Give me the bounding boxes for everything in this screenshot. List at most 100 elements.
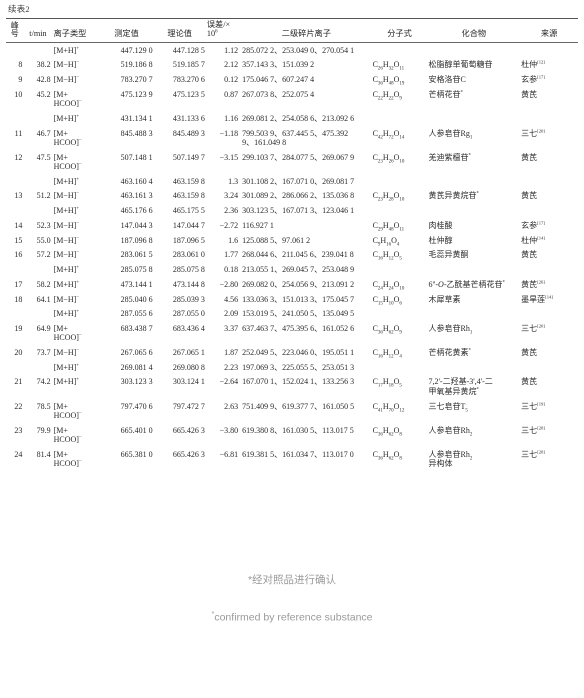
cell-measured-value: 447.129 0 bbox=[120, 45, 153, 55]
cell-ion-type: [M+ HCOO]− bbox=[53, 425, 82, 445]
column-header-peak-no: 峰 号 bbox=[6, 19, 24, 43]
table-row: 23 79.9 [M+ HCOO]− 665.401 0 665.426 3 −3.80 61… bbox=[6, 423, 578, 447]
cell-fragment-ions: 116.927 1 bbox=[242, 220, 274, 230]
column-header-compound: 化合物 bbox=[461, 28, 487, 38]
cell-molecular-formula: C22H22O9 bbox=[372, 90, 402, 102]
column-header-source: 来源 bbox=[540, 28, 558, 38]
cell-retention-time bbox=[24, 263, 52, 278]
cell-molecular-formula bbox=[372, 111, 428, 126]
cell-ion-type: [M+H]+ bbox=[53, 176, 80, 186]
table-row: 10 45.2 [M+ HCOO]− 475.123 9 475.123 5 0.87 267… bbox=[6, 87, 578, 111]
cell-ion-type: [M+ HCOO]− bbox=[53, 152, 82, 172]
cell-source: 黄芪 bbox=[521, 90, 538, 99]
cell-error: −2.72 bbox=[219, 220, 239, 230]
cell-source: 三七[20] bbox=[521, 128, 545, 138]
cell-ion-type: [M+H]+ bbox=[53, 45, 80, 55]
cell-retention-time: 47.5 bbox=[36, 152, 51, 162]
cell-peak-no: 13 bbox=[14, 191, 23, 201]
cell-ion-type: [M+H]+ bbox=[53, 362, 80, 372]
cell-error: 3.37 bbox=[224, 324, 239, 333]
cell-retention-time: 78.5 bbox=[36, 401, 51, 411]
table-row: 11 46.7 [M+ HCOO]− 845.488 3 845.489 3 −1.18 79… bbox=[6, 126, 578, 150]
cell-molecular-formula: C36H62O9 bbox=[372, 324, 402, 336]
cell-source bbox=[520, 204, 578, 219]
cell-molecular-formula bbox=[372, 204, 428, 219]
cell-theoretical-value: 303.124 1 bbox=[172, 377, 205, 387]
cell-measured-value: 463.160 4 bbox=[120, 176, 153, 186]
cell-error: 1.77 bbox=[224, 250, 239, 260]
table-row: [M+H]+ 269.081 4 269.080 8 2.23 197.069 3、22… bbox=[6, 360, 578, 375]
cell-measured-value: 431.134 1 bbox=[120, 114, 153, 124]
cell-theoretical-value: 187.096 5 bbox=[172, 235, 205, 245]
cell-retention-time: 81.4 bbox=[36, 449, 51, 459]
cell-ion-type: [M−H]− bbox=[53, 235, 80, 245]
cell-fragment-ions: 357.143 3、151.039 2 bbox=[242, 60, 315, 70]
table-row: [M+H]+ 447.129 0 447.128 5 1.12 285.072 2、25… bbox=[6, 43, 578, 58]
cell-molecular-formula: C9H16O4 bbox=[372, 235, 400, 248]
table-row: 19 64.9 [M+ HCOO]− 683.438 7 683.436 4 3.37 637… bbox=[6, 321, 578, 345]
compound-identification-table: 峰 号 t/min 离子类型 测定值 理论值 误差/× 106 二级碎片离子 分… bbox=[6, 18, 578, 471]
column-header-fragments: 二级碎片离子 bbox=[281, 28, 331, 38]
cell-source: 黄芪 bbox=[521, 250, 538, 260]
cell-retention-time bbox=[24, 204, 52, 219]
cell-theoretical-value: 285.075 8 bbox=[172, 265, 205, 275]
cell-fragment-ions: 619.381 5、161.034 7、113.017 0 bbox=[242, 449, 354, 459]
cell-retention-time: 42.8 bbox=[36, 75, 51, 85]
table-header: 峰 号 t/min 离子类型 测定值 理论值 误差/× 106 二级碎片离子 分… bbox=[6, 18, 578, 43]
cell-molecular-formula: C36H62O8 bbox=[372, 425, 402, 438]
table-body: [M+H]+ 447.129 0 447.128 5 1.12 285.072 2、25… bbox=[6, 43, 578, 472]
cell-molecular-formula: C16H12O4 bbox=[372, 348, 402, 360]
cell-source bbox=[520, 263, 578, 278]
cell-molecular-formula: C36H48O19 bbox=[372, 75, 405, 87]
cell-peak-no: 23 bbox=[14, 425, 23, 435]
cell-peak-no bbox=[6, 43, 24, 58]
cell-retention-time bbox=[24, 307, 52, 322]
cell-error: 1.87 bbox=[224, 348, 239, 358]
cell-ion-type: [M+H]+ bbox=[53, 279, 80, 289]
cell-fragment-ions: 301.108 2、167.071 0、269.081 7 bbox=[242, 176, 355, 186]
cell-peak-no: 21 bbox=[14, 377, 23, 387]
cell-peak-no bbox=[6, 111, 24, 126]
cell-theoretical-value: 665.426 3 bbox=[172, 449, 205, 459]
cell-compound-name: 肉桂酸 bbox=[428, 220, 453, 230]
table-row: 14 52.3 [M−H]− 147.044 3 147.044 7 −2.72 116.9… bbox=[6, 218, 578, 233]
cell-peak-no: 20 bbox=[14, 348, 23, 358]
cell-error: 1.6 bbox=[228, 235, 239, 245]
cell-compound-name: 芒柄花黄素* bbox=[428, 348, 471, 358]
cell-retention-time: 57.2 bbox=[36, 250, 51, 260]
cell-retention-time: 52.3 bbox=[36, 220, 51, 230]
table-row: 15 55.0 [M−H]− 187.096 8 187.096 5 1.6 125.088… bbox=[6, 233, 578, 248]
cell-retention-time: 45.2 bbox=[36, 90, 51, 99]
header-row: 峰 号 t/min 离子类型 测定值 理论值 误差/× 106 二级碎片离子 分… bbox=[6, 18, 578, 43]
cell-theoretical-value: 285.039 3 bbox=[172, 294, 205, 304]
cell-molecular-formula: C29H48O11 bbox=[372, 220, 405, 233]
cell-ion-type: [M−H]− bbox=[53, 348, 80, 358]
cell-error: 2.12 bbox=[224, 60, 239, 70]
cell-theoretical-value: 475.123 5 bbox=[172, 90, 205, 99]
cell-measured-value: 303.123 3 bbox=[120, 377, 153, 387]
cell-molecular-formula: C36H62O8 bbox=[372, 449, 402, 462]
cell-source: 黄芪 bbox=[521, 152, 538, 162]
table-row: [M+H]+ 431.134 1 431.133 6 1.16 269.081 2、25… bbox=[6, 111, 578, 126]
cell-fragment-ions: 133.036 3、151.013 3、175.045 7 bbox=[242, 294, 355, 304]
cell-measured-value: 465.176 6 bbox=[120, 206, 153, 216]
cell-compound-name: 7,2'-二羟基-3',4'-二 甲氧基异黄烷* bbox=[428, 377, 493, 396]
cell-peak-no: 18 bbox=[14, 294, 23, 304]
table-row: 9 42.8 [M−H]− 783.270 7 783.270 6 0.12 175.046… bbox=[6, 73, 578, 88]
footnote-english-text: confirmed by reference substance bbox=[214, 611, 373, 624]
cell-fragment-ions: 125.088 5、97.061 2 bbox=[242, 235, 311, 245]
cell-error: 0.12 bbox=[224, 75, 239, 85]
cell-ion-type: [M−H]− bbox=[53, 250, 80, 260]
cell-error: −2.64 bbox=[219, 377, 239, 387]
error-line2: 10 bbox=[206, 28, 216, 38]
cell-measured-value: 267.065 6 bbox=[120, 348, 153, 358]
cell-molecular-formula bbox=[372, 307, 428, 322]
cell-measured-value: 463.161 3 bbox=[120, 191, 153, 201]
cell-peak-no bbox=[6, 204, 24, 219]
cell-peak-no: 11 bbox=[14, 128, 23, 138]
cell-measured-value: 797.470 6 bbox=[120, 401, 153, 411]
cell-source: 三七[19] bbox=[521, 401, 545, 411]
cell-compound-name bbox=[427, 204, 520, 219]
column-header-formula: 分子式 bbox=[387, 28, 412, 38]
cell-compound-name: 芒柄花苷* bbox=[428, 90, 463, 99]
